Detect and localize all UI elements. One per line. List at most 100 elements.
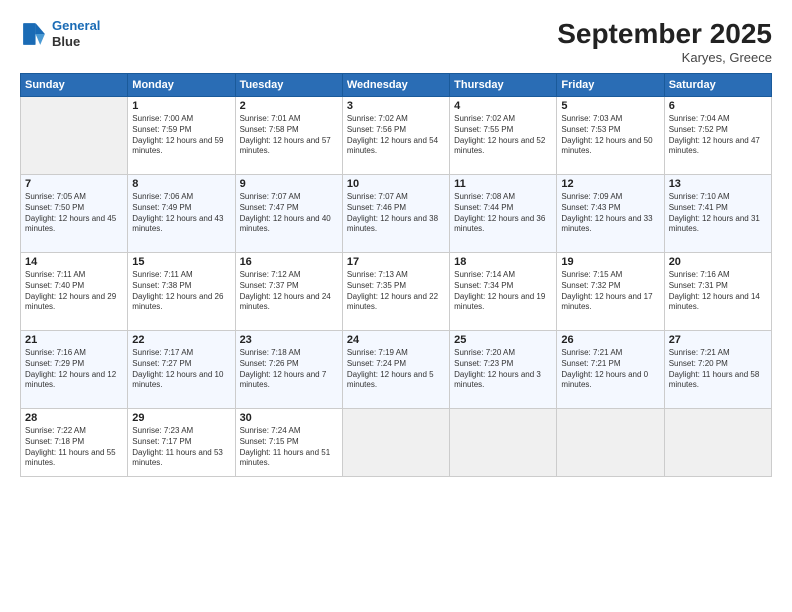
day-number: 30 xyxy=(240,412,338,424)
logo-line2: Blue xyxy=(52,34,100,50)
week-row: 7 Sunrise: 7:05 AMSunset: 7:50 PMDaylight… xyxy=(21,175,772,253)
day-header: Sunday xyxy=(21,74,128,97)
day-info: Sunrise: 7:00 AMSunset: 7:59 PMDaylight:… xyxy=(132,114,230,157)
day-info: Sunrise: 7:16 AMSunset: 7:31 PMDaylight:… xyxy=(669,270,767,313)
day-cell: 3Sunrise: 7:02 AMSunset: 7:56 PMDaylight… xyxy=(342,97,449,175)
logo: General Blue xyxy=(20,18,100,49)
day-info: Sunrise: 7:15 AMSunset: 7:32 PMDaylight:… xyxy=(561,270,659,313)
day-number: 15 xyxy=(132,256,230,268)
day-cell: 10 Sunrise: 7:07 AMSunset: 7:46 PMDayligh… xyxy=(342,175,449,253)
calendar-table: SundayMondayTuesdayWednesdayThursdayFrid… xyxy=(20,73,772,477)
day-cell: 20 Sunrise: 7:16 AMSunset: 7:31 PMDayligh… xyxy=(664,253,771,331)
day-number: 2 xyxy=(240,100,338,112)
day-cell: 6 Sunrise: 7:04 AMSunset: 7:52 PMDaylight… xyxy=(664,97,771,175)
day-number: 1 xyxy=(132,100,230,112)
day-info: Sunrise: 7:22 AMSunset: 7:18 PMDaylight:… xyxy=(25,426,123,469)
day-info: Sunrise: 7:06 AMSunset: 7:49 PMDaylight:… xyxy=(132,192,230,235)
day-number: 25 xyxy=(454,334,552,346)
day-cell: 12 Sunrise: 7:09 AMSunset: 7:43 PMDayligh… xyxy=(557,175,664,253)
day-cell: 26 Sunrise: 7:21 AMSunset: 7:21 PMDayligh… xyxy=(557,331,664,409)
day-number: 29 xyxy=(132,412,230,424)
day-number: 14 xyxy=(25,256,123,268)
day-cell: 22 Sunrise: 7:17 AMSunset: 7:27 PMDayligh… xyxy=(128,331,235,409)
week-row: 28 Sunrise: 7:22 AMSunset: 7:18 PMDayligh… xyxy=(21,409,772,477)
day-cell xyxy=(342,409,449,477)
day-number: 28 xyxy=(25,412,123,424)
day-info: Sunrise: 7:07 AMSunset: 7:47 PMDaylight:… xyxy=(240,192,338,235)
day-info: Sunrise: 7:05 AMSunset: 7:50 PMDaylight:… xyxy=(25,192,123,235)
day-cell: 4 Sunrise: 7:02 AMSunset: 7:55 PMDaylight… xyxy=(450,97,557,175)
week-row: 14Sunrise: 7:11 AMSunset: 7:40 PMDayligh… xyxy=(21,253,772,331)
day-number: 6 xyxy=(669,100,767,112)
day-number: 20 xyxy=(669,256,767,268)
day-cell: 14Sunrise: 7:11 AMSunset: 7:40 PMDayligh… xyxy=(21,253,128,331)
day-info: Sunrise: 7:16 AMSunset: 7:29 PMDaylight:… xyxy=(25,348,123,391)
day-number: 22 xyxy=(132,334,230,346)
day-cell xyxy=(664,409,771,477)
day-cell: 15 Sunrise: 7:11 AMSunset: 7:38 PMDayligh… xyxy=(128,253,235,331)
day-cell: 23 Sunrise: 7:18 AMSunset: 7:26 PMDayligh… xyxy=(235,331,342,409)
month-title: September 2025 xyxy=(557,18,772,50)
day-info: Sunrise: 7:20 AMSunset: 7:23 PMDaylight:… xyxy=(454,348,552,391)
day-header: Wednesday xyxy=(342,74,449,97)
day-number: 4 xyxy=(454,100,552,112)
day-number: 19 xyxy=(561,256,659,268)
day-info: Sunrise: 7:21 AMSunset: 7:20 PMDaylight:… xyxy=(669,348,767,391)
day-number: 24 xyxy=(347,334,445,346)
day-number: 7 xyxy=(25,178,123,190)
logo-line1: General xyxy=(52,18,100,33)
day-cell: 13 Sunrise: 7:10 AMSunset: 7:41 PMDayligh… xyxy=(664,175,771,253)
week-row: 21 Sunrise: 7:16 AMSunset: 7:29 PMDayligh… xyxy=(21,331,772,409)
day-number: 26 xyxy=(561,334,659,346)
day-header: Friday xyxy=(557,74,664,97)
logo-text: General Blue xyxy=(52,18,100,49)
day-number: 11 xyxy=(454,178,552,190)
logo-icon xyxy=(20,20,48,48)
day-header: Monday xyxy=(128,74,235,97)
day-cell: 17Sunrise: 7:13 AMSunset: 7:35 PMDayligh… xyxy=(342,253,449,331)
header: General Blue September 2025 Karyes, Gree… xyxy=(20,18,772,65)
day-info: Sunrise: 7:24 AMSunset: 7:15 PMDaylight:… xyxy=(240,426,338,469)
day-header: Thursday xyxy=(450,74,557,97)
day-number: 12 xyxy=(561,178,659,190)
day-number: 10 xyxy=(347,178,445,190)
day-number: 3 xyxy=(347,100,445,112)
day-cell: 9Sunrise: 7:07 AMSunset: 7:47 PMDaylight… xyxy=(235,175,342,253)
day-info: Sunrise: 7:12 AMSunset: 7:37 PMDaylight:… xyxy=(240,270,338,313)
day-number: 18 xyxy=(454,256,552,268)
day-info: Sunrise: 7:09 AMSunset: 7:43 PMDaylight:… xyxy=(561,192,659,235)
day-cell: 19 Sunrise: 7:15 AMSunset: 7:32 PMDayligh… xyxy=(557,253,664,331)
day-number: 23 xyxy=(240,334,338,346)
day-info: Sunrise: 7:19 AMSunset: 7:24 PMDaylight:… xyxy=(347,348,445,391)
day-info: Sunrise: 7:18 AMSunset: 7:26 PMDaylight:… xyxy=(240,348,338,391)
day-info: Sunrise: 7:02 AMSunset: 7:55 PMDaylight:… xyxy=(454,114,552,157)
page: General Blue September 2025 Karyes, Gree… xyxy=(0,0,792,612)
day-info: Sunrise: 7:07 AMSunset: 7:46 PMDaylight:… xyxy=(347,192,445,235)
day-cell: 8Sunrise: 7:06 AMSunset: 7:49 PMDaylight… xyxy=(128,175,235,253)
day-info: Sunrise: 7:17 AMSunset: 7:27 PMDaylight:… xyxy=(132,348,230,391)
day-cell: 2Sunrise: 7:01 AMSunset: 7:58 PMDaylight… xyxy=(235,97,342,175)
day-info: Sunrise: 7:11 AMSunset: 7:38 PMDaylight:… xyxy=(132,270,230,313)
day-cell: 27Sunrise: 7:21 AMSunset: 7:20 PMDayligh… xyxy=(664,331,771,409)
day-cell: 18Sunrise: 7:14 AMSunset: 7:34 PMDayligh… xyxy=(450,253,557,331)
day-cell xyxy=(450,409,557,477)
day-info: Sunrise: 7:23 AMSunset: 7:17 PMDaylight:… xyxy=(132,426,230,469)
day-cell: 29 Sunrise: 7:23 AMSunset: 7:17 PMDayligh… xyxy=(128,409,235,477)
day-cell: 25 Sunrise: 7:20 AMSunset: 7:23 PMDayligh… xyxy=(450,331,557,409)
day-header: Saturday xyxy=(664,74,771,97)
day-number: 21 xyxy=(25,334,123,346)
day-header: Tuesday xyxy=(235,74,342,97)
day-info: Sunrise: 7:10 AMSunset: 7:41 PMDaylight:… xyxy=(669,192,767,235)
day-number: 13 xyxy=(669,178,767,190)
day-cell: 21 Sunrise: 7:16 AMSunset: 7:29 PMDayligh… xyxy=(21,331,128,409)
day-cell xyxy=(21,97,128,175)
day-cell: 5Sunrise: 7:03 AMSunset: 7:53 PMDaylight… xyxy=(557,97,664,175)
day-info: Sunrise: 7:04 AMSunset: 7:52 PMDaylight:… xyxy=(669,114,767,157)
day-info: Sunrise: 7:08 AMSunset: 7:44 PMDaylight:… xyxy=(454,192,552,235)
day-number: 5 xyxy=(561,100,659,112)
day-cell: 30 Sunrise: 7:24 AMSunset: 7:15 PMDayligh… xyxy=(235,409,342,477)
day-cell: 7 Sunrise: 7:05 AMSunset: 7:50 PMDaylight… xyxy=(21,175,128,253)
day-cell: 24 Sunrise: 7:19 AMSunset: 7:24 PMDayligh… xyxy=(342,331,449,409)
day-cell: 11 Sunrise: 7:08 AMSunset: 7:44 PMDayligh… xyxy=(450,175,557,253)
day-info: Sunrise: 7:21 AMSunset: 7:21 PMDaylight:… xyxy=(561,348,659,391)
